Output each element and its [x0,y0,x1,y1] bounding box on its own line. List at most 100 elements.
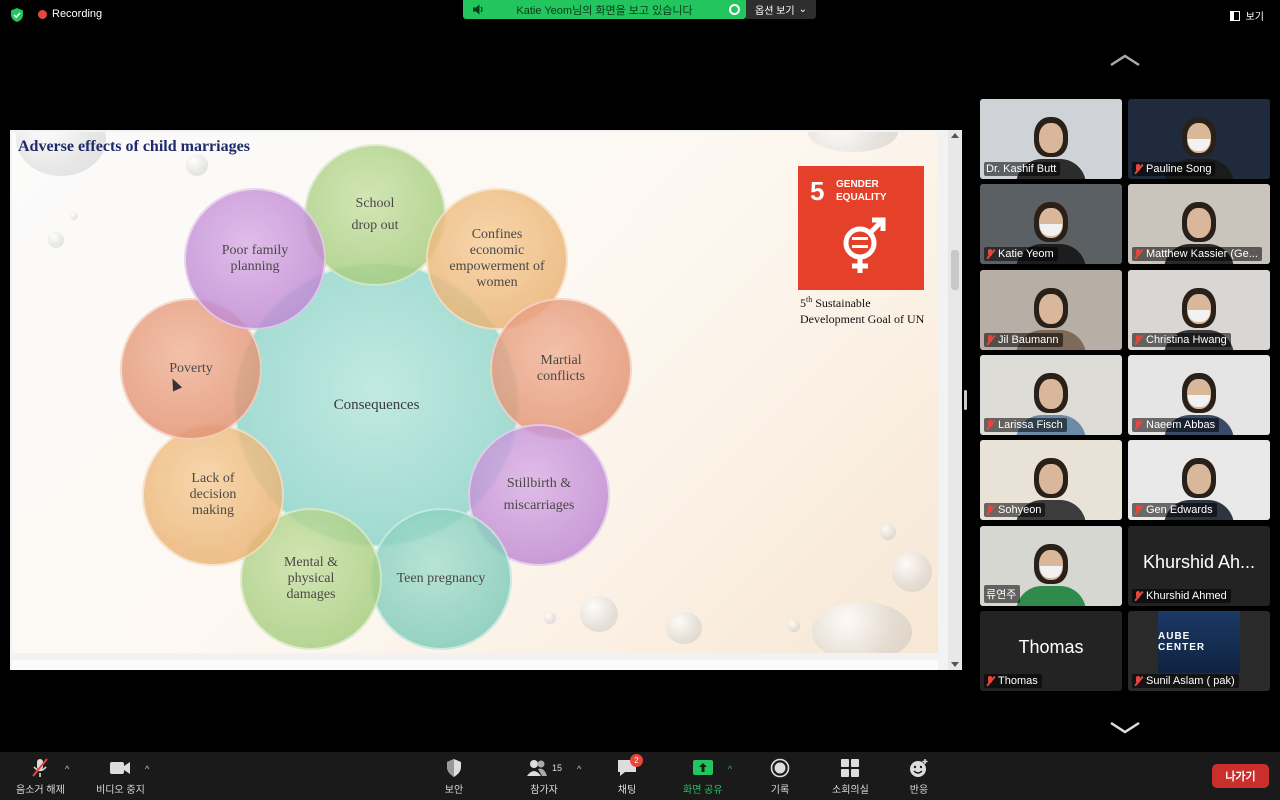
top-bar: Recording Katie Yeom님의 화면을 보고 있습니다 옵션 보기… [0,0,1280,30]
sdg-label-line1: GENDER [836,179,879,190]
microphone-muted-icon [1134,420,1143,430]
shared-screen[interactable]: Adverse effects of child marriages Conse… [10,130,962,670]
water-drop [880,524,896,540]
participant-tile[interactable]: Sohyeon [980,440,1122,520]
participant-face [1187,464,1211,494]
petal-label: Stillbirth & miscarriages [503,476,575,513]
participant-name-label: Christina Hwang [1132,333,1231,347]
microphone-muted-icon [1134,249,1143,259]
reactions-button[interactable]: 반응 [908,758,930,796]
record-button[interactable]: 기록 [769,758,791,796]
participant-tile[interactable]: Jil Baumann [980,270,1122,350]
sdg-note: 5th Sustainable Development Goal of UN [800,292,938,327]
security-button[interactable]: 보안 [443,758,465,796]
participant-display-name: Thomas [1018,637,1084,657]
participant-name-label: Dr. Kashif Butt [984,162,1061,176]
microphone-muted-icon [986,420,995,430]
participant-tile[interactable]: Larissa Fisch [980,355,1122,435]
participant-name-label: 류연주 [984,585,1021,603]
participant-tile[interactable]: Thomas Thomas [980,611,1122,691]
participant-name: Gen Edwards [1146,504,1213,516]
sdg-note-line2: Development Goal of UN [800,312,925,326]
participant-name-label: Gen Edwards [1132,503,1217,517]
participant-tile[interactable]: Naeem Abbas [1128,355,1270,435]
participants-button[interactable]: 15 참가자 [526,758,562,796]
unmute-button[interactable]: 음소거 해제 [16,758,65,796]
participant-tile[interactable]: Dr. Kashif Butt [980,99,1122,179]
security-label: 보안 [444,785,464,796]
share-status-icon[interactable] [729,4,740,15]
share-banner-text: Katie Yeom님의 화면을 보고 있습니다 [516,4,693,17]
petal-label: Martial conflicts [536,353,586,384]
slide-title: Adverse effects of child marriages [18,138,250,155]
participant-tile[interactable]: Katie Yeom [980,184,1122,264]
video-camera-icon [110,762,131,774]
share-screen-button[interactable]: 화면 공유 [683,758,723,796]
participant-name: Naeem Abbas [1146,419,1216,431]
participant-name-label: Larissa Fisch [984,418,1067,432]
microphone-muted-icon [986,335,995,345]
petal-label: Poverty [169,361,213,376]
scroll-down-arrow-icon[interactable] [951,662,959,667]
microphone-muted-icon [1134,676,1143,686]
participant-name-label: Pauline Song [1132,162,1216,176]
view-button[interactable]: 보기 [1229,8,1264,23]
participant-face [1187,208,1211,238]
water-drop [186,154,208,176]
scroll-thumb[interactable] [951,250,959,290]
microphone-muted-icon [1134,591,1143,601]
participant-name: Khurshid Ahmed [1146,590,1227,602]
microphone-muted-icon [1134,505,1143,515]
petal-label: School drop out [351,196,399,233]
participant-name: Jil Baumann [998,334,1059,346]
slide-scrollbar[interactable] [948,130,962,670]
chevron-down-icon: ⌄ [798,4,807,15]
share-options-caret-icon[interactable]: ^ [728,764,732,774]
petal-label: Lack of decision making [189,471,237,518]
participant-tile[interactable]: Matthew Kassier (Ge... [1128,184,1270,264]
diagram-petal: Poor family planning [184,188,326,330]
participant-tile[interactable]: Christina Hwang [1128,270,1270,350]
breakout-rooms-button[interactable]: 소회의실 [832,758,869,796]
microphone-muted-icon [1134,335,1143,345]
participant-name-label: Jil Baumann [984,333,1063,347]
participant-name-label: Katie Yeom [984,247,1058,261]
panel-resize-handle[interactable] [964,390,967,410]
unmute-label: 음소거 해제 [16,785,65,796]
stop-video-button[interactable]: 비디오 중지 [96,758,145,796]
scroll-up-arrow-icon[interactable] [951,133,959,138]
participant-tile[interactable]: Pauline Song [1128,99,1270,179]
participant-face [1039,294,1063,324]
video-options-caret-icon[interactable]: ^ [145,764,149,774]
recording-dot-icon [38,9,47,19]
gallery-page-up-icon[interactable] [1108,52,1142,68]
participant-logo: AUBE CENTER [1158,611,1240,673]
chat-unread-badge: 2 [630,754,643,767]
record-icon [770,758,790,778]
gallery-page-down-icon[interactable] [1108,720,1142,736]
participant-tile[interactable]: Gen Edwards [1128,440,1270,520]
speaker-icon [473,4,483,15]
participant-tile[interactable]: AUBE CENTER Sunil Aslam ( pak) [1128,611,1270,691]
recording-label: Recording [52,8,103,20]
water-drop [48,232,64,248]
participant-tile[interactable]: 류연주 [980,526,1122,606]
participant-name-label: Sunil Aslam ( pak) [1132,674,1239,688]
leave-meeting-button[interactable]: 나가기 [1212,764,1269,788]
participant-name: Sunil Aslam ( pak) [1146,675,1235,687]
share-screen-label: 화면 공유 [683,785,723,796]
chat-button[interactable]: 2 채팅 [616,754,643,796]
audio-options-caret-icon[interactable]: ^ [65,764,69,774]
participant-name: Katie Yeom [998,248,1054,260]
petal-label: Poor family planning [221,243,289,274]
participant-tile[interactable]: Khurshid Ah... Khurshid Ahmed [1128,526,1270,606]
view-options-button[interactable]: 옵션 보기 ⌄ [746,0,816,19]
participants-caret-icon[interactable]: ^ [577,764,581,774]
stop-video-label: 비디오 중지 [96,785,145,796]
water-drop [580,596,618,632]
gender-equality-icon [843,217,886,273]
participant-name-label: Naeem Abbas [1132,418,1220,432]
security-shield-icon [11,8,23,22]
microphone-muted-icon [986,676,995,686]
recording-indicator[interactable]: Recording [38,8,102,20]
